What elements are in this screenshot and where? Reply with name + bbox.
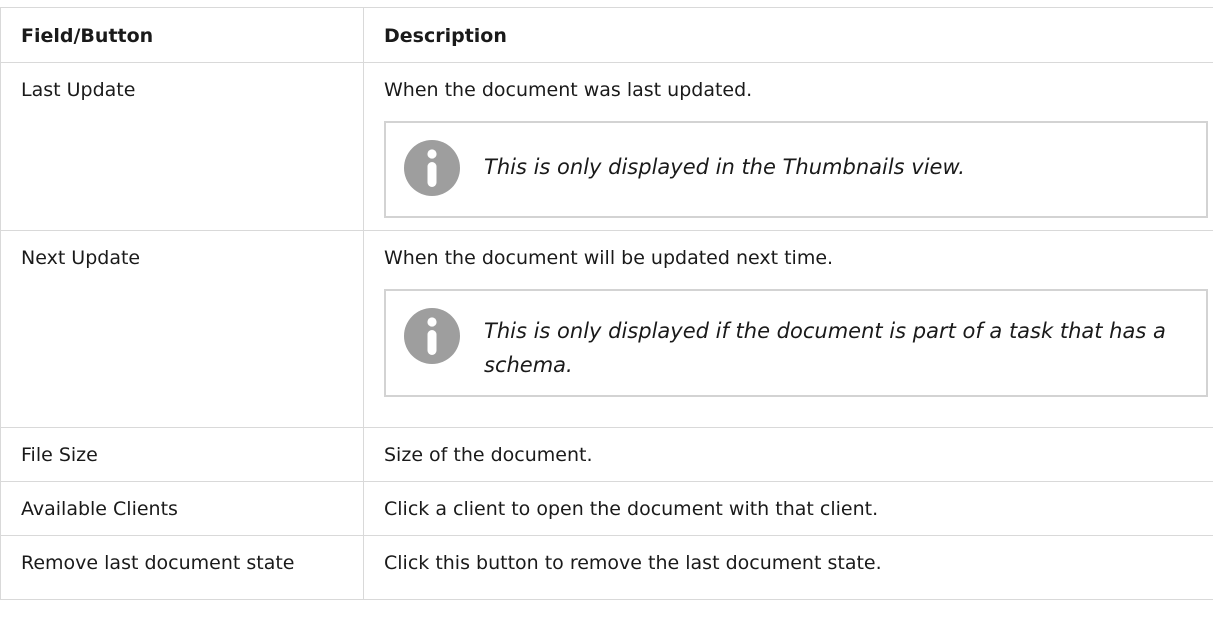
description-text: When the document will be updated next t… <box>384 244 1193 272</box>
field-cell: Remove last document state <box>1 536 364 600</box>
field-column-header: Field/Button <box>1 8 364 63</box>
description-cell: When the document will be updated next t… <box>364 231 1213 428</box>
note-text: This is only displayed if the document i… <box>484 308 1188 382</box>
table-header-row: Field/Button Description <box>1 8 1213 63</box>
field-cell: Next Update <box>1 231 364 428</box>
description-text: When the document was last updated. <box>384 76 1193 104</box>
table-row: File Size Size of the document. <box>1 428 1213 482</box>
field-cell: Last Update <box>1 63 364 231</box>
table-row: Last Update When the document was last u… <box>1 63 1213 231</box>
table-row: Next Update When the document will be up… <box>1 231 1213 428</box>
field-description-table: Field/Button Description Last Update Whe… <box>0 7 1213 600</box>
info-icon <box>404 140 460 196</box>
note-box: This is only displayed in the Thumbnails… <box>384 121 1208 218</box>
field-cell: File Size <box>1 428 364 482</box>
table-row: Available Clients Click a client to open… <box>1 482 1213 536</box>
info-icon <box>404 308 460 364</box>
description-cell: Click a client to open the document with… <box>364 482 1213 536</box>
note-text: This is only displayed in the Thumbnails… <box>484 140 965 184</box>
description-cell: Click this button to remove the last doc… <box>364 536 1213 600</box>
description-cell: Size of the document. <box>364 428 1213 482</box>
field-cell: Available Clients <box>1 482 364 536</box>
note-box: This is only displayed if the document i… <box>384 289 1208 397</box>
table-row: Remove last document state Click this bu… <box>1 536 1213 600</box>
description-column-header: Description <box>364 8 1213 63</box>
description-cell: When the document was last updated. This… <box>364 63 1213 231</box>
